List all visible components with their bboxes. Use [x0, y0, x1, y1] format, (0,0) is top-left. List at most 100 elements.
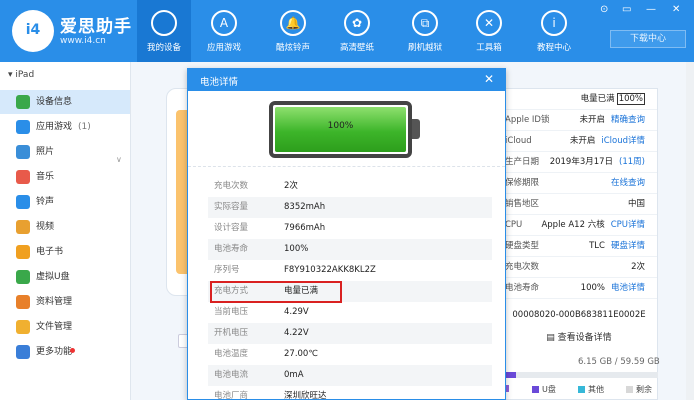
sidebar-item-2[interactable]: 照片 ∨	[0, 140, 130, 164]
battery-info-row: 电池温度 27.00℃	[208, 344, 492, 365]
sidebar-item-text: 铃声	[36, 197, 55, 207]
close-window-icon[interactable]: ✕	[672, 4, 680, 15]
app-store-icon	[16, 120, 30, 134]
notification-dot	[70, 348, 75, 353]
info-value: 在线查询	[605, 173, 645, 193]
battery-terminal	[412, 119, 420, 139]
photo-icon	[16, 145, 30, 159]
menu-icon[interactable]: ▭	[622, 4, 631, 15]
main-scrollbar[interactable]	[686, 62, 694, 400]
battery-info-value: 深圳欣旺达	[284, 391, 327, 400]
info-link[interactable]: 电池详情	[611, 283, 645, 293]
app-store-icon: A	[211, 10, 237, 36]
info-row: 电池寿命 100% 电池详情	[501, 278, 657, 299]
sidebar-item-6[interactable]: 电子书	[0, 240, 130, 264]
storage-bar	[500, 372, 658, 378]
skin-icon[interactable]: ⊙	[600, 4, 608, 15]
battery-info-row: 电池电流 0mA	[208, 365, 492, 386]
sidebar-item-10[interactable]: 更多功能	[0, 340, 130, 364]
device-info-panel: 电量已满 100% Apple ID锁 未开启 精确查询 iCloud 未开启 iCloud详…	[500, 88, 658, 400]
tools-icon: ✕	[476, 10, 502, 36]
dialog-title: 电池详情	[200, 77, 239, 88]
sidebar-item-9[interactable]: 文件管理	[0, 315, 130, 339]
nav-label: 工具箱	[476, 43, 502, 53]
nav-item-6[interactable]: i 教程中心	[527, 0, 581, 62]
battery-info-key: 电池电流	[214, 370, 249, 380]
nav-item-3[interactable]: ✿ 高清壁纸	[330, 0, 384, 62]
info-link[interactable]: 精确查询	[611, 115, 645, 125]
sidebar-item-text: 资料管理	[36, 297, 73, 307]
battery-info-value: 2次	[284, 181, 298, 191]
info-value-text: TLC	[589, 241, 605, 251]
info-circle-icon	[16, 95, 30, 109]
nav-item-4[interactable]: ⧉ 刷机越狱	[398, 0, 452, 62]
sidebar-item-text: 应用游戏	[36, 122, 73, 132]
legend-swatch	[532, 386, 539, 393]
view-details-label: 查看设备详情	[557, 333, 612, 343]
battery-info-row: 当前电压 4.29V	[208, 302, 492, 323]
sidebar-item-3[interactable]: 音乐	[0, 165, 130, 189]
sidebar-item-label: 虚拟U盘	[36, 265, 70, 289]
legend-label: 剩余	[636, 385, 652, 394]
info-key: iCloud	[505, 136, 532, 146]
nav-item-2[interactable]: 🔔 酷炫铃声	[266, 0, 320, 62]
info-key: 硬盘类型	[505, 241, 540, 251]
info-value: 中国	[628, 194, 645, 214]
nav-item-1[interactable]: A 应用游戏	[197, 0, 251, 62]
sidebar-item-text: 虚拟U盘	[36, 272, 70, 282]
logo-text: i4	[25, 22, 41, 38]
sidebar-item-text: 视频	[36, 222, 55, 232]
sidebar-item-text: 照片	[36, 147, 55, 157]
sidebar-item-text: 音乐	[36, 172, 55, 182]
info-key: 销售地区	[505, 199, 540, 209]
info-link[interactable]: CPU详情	[611, 220, 645, 230]
info-link[interactable]: 硬盘详情	[611, 241, 645, 251]
legend-item: U盘	[532, 384, 556, 395]
view-device-details-button[interactable]: ▤ 查看设备详情	[500, 326, 658, 350]
battery-info-row: 电池厂商 深圳欣旺达	[208, 386, 492, 400]
info-value-text: 2次	[631, 262, 645, 272]
nav-label: 高清壁纸	[339, 43, 374, 53]
legend-item: 其他	[578, 384, 604, 395]
sidebar-item-5[interactable]: 视频	[0, 215, 130, 239]
battery-info-key: 开机电压	[214, 328, 249, 338]
nav-label: 我的设备	[146, 43, 181, 53]
list-icon: ▤	[546, 333, 558, 343]
sidebar-item-label: 文件管理	[36, 315, 72, 339]
brand-name: 爱思助手	[60, 17, 132, 37]
device-selector[interactable]: ▾ iPad	[8, 70, 34, 80]
battery-info-value: 4.22V	[284, 328, 309, 338]
info-key: 充电次数	[505, 262, 540, 272]
sidebar-item-label: 应用游戏 (1)	[36, 115, 91, 139]
app-logo: i4	[12, 10, 54, 52]
sidebar-item-label: 电子书	[36, 240, 63, 264]
info-value: TLC 硬盘详情	[589, 236, 645, 256]
battery-info-key: 电池厂商	[214, 391, 249, 400]
info-link[interactable]: 在线查询	[611, 178, 645, 188]
sidebar-item-0[interactable]: 设备信息	[0, 90, 130, 114]
info-row: CPU Apple A12 六核 CPU详情	[501, 215, 657, 236]
sidebar-item-7[interactable]: 虚拟U盘	[0, 265, 130, 289]
sidebar-item-1[interactable]: 应用游戏 (1)	[0, 115, 130, 139]
battery-info-row: 开机电压 4.22V	[208, 323, 492, 344]
battery-info-key: 实际容量	[214, 202, 249, 212]
battery-info-key: 序列号	[214, 265, 240, 275]
nav-item-0[interactable]: 我的设备	[137, 0, 191, 62]
info-row: 充电次数 2次	[501, 257, 657, 278]
download-center-button[interactable]: 下载中心	[610, 30, 686, 48]
legend-item: 剩余	[626, 384, 652, 395]
nav-item-5[interactable]: ✕ 工具箱	[462, 0, 516, 62]
minimize-icon[interactable]: —	[646, 4, 656, 15]
info-link[interactable]: iCloud详情	[601, 136, 645, 146]
info-link[interactable]: (11周)	[619, 157, 645, 167]
sidebar-item-count: (1)	[78, 122, 91, 132]
nav-label: 酷炫铃声	[275, 43, 310, 53]
sidebar-item-text: 更多功能	[36, 347, 73, 357]
music-icon	[16, 170, 30, 184]
sidebar-item-label: 视频	[36, 215, 54, 239]
sidebar-item-text: 文件管理	[36, 322, 73, 332]
sidebar-item-8[interactable]: 资料管理	[0, 290, 130, 314]
sidebar-item-4[interactable]: 铃声	[0, 190, 130, 214]
close-icon[interactable]: ✕	[484, 72, 494, 86]
battery-info-row: 设计容量 7966mAh	[208, 218, 492, 239]
